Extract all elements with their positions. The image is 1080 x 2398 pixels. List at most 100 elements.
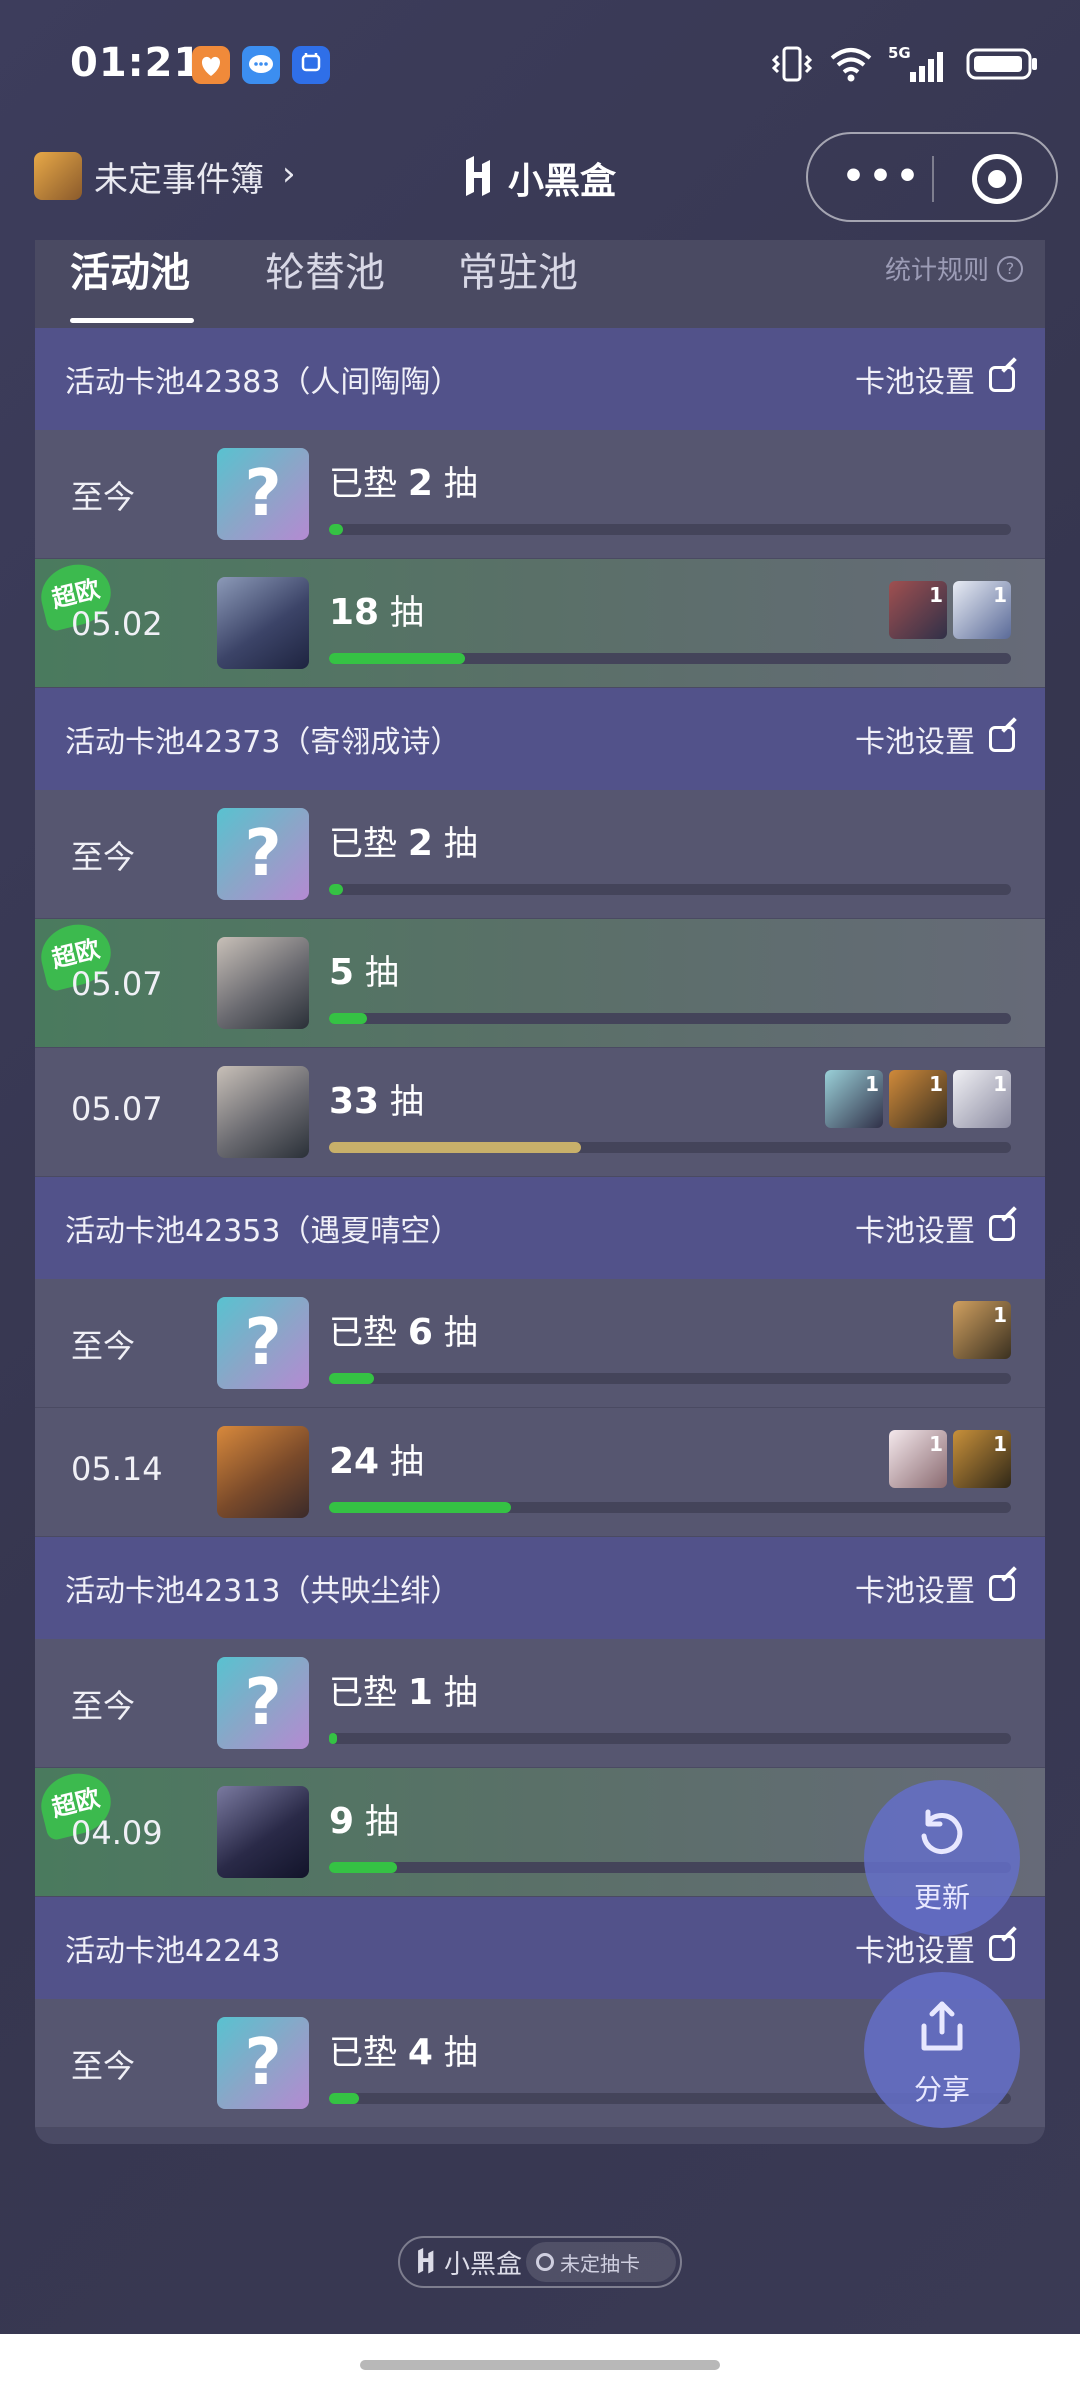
- progress-fill: [329, 1142, 582, 1153]
- footer-tag-label: 未定抽卡: [560, 2251, 640, 2276]
- pull-record-row[interactable]: 至今 ? 已垫 6 抽 1: [35, 1279, 1045, 1408]
- pool-header: 活动卡池42353（遇夏晴空） 卡池设置: [35, 1177, 1045, 1279]
- mini-card-avatar: 1: [889, 581, 947, 639]
- pull-record-row[interactable]: 超欧 05.02 18 抽 1 1: [35, 557, 1045, 688]
- refresh-icon: [921, 1809, 963, 1854]
- game-avatar-icon[interactable]: [34, 152, 82, 200]
- mini-card-avatar: 1: [889, 1070, 947, 1128]
- record-date: 05.02: [71, 605, 163, 643]
- record-date: 至今: [71, 1327, 136, 1365]
- progress-fill: [329, 1733, 338, 1744]
- pool-settings-button[interactable]: 卡池设置: [855, 357, 1015, 401]
- share-button[interactable]: 分享: [864, 1972, 1020, 2128]
- character-avatar: [217, 1066, 309, 1158]
- progress-track: [329, 1013, 1011, 1024]
- progress-track: [329, 884, 1011, 895]
- pull-count: 33 抽: [329, 1081, 424, 1122]
- progress-track: [329, 1142, 1011, 1153]
- close-mini-program-icon[interactable]: [972, 154, 1022, 204]
- stats-rules-link[interactable]: 统计规则 ?: [885, 250, 1023, 287]
- progress-track: [329, 524, 1011, 535]
- progress-track: [329, 1373, 1011, 1384]
- pull-record-row[interactable]: 超欧 05.07 5 抽: [35, 917, 1045, 1048]
- pool-header: 活动卡池42383（人间陶陶） 卡池设置: [35, 328, 1045, 430]
- record-date: 至今: [71, 838, 136, 876]
- status-bar: 01:21 5G: [0, 0, 1080, 130]
- battery-icon: [966, 48, 1037, 80]
- extra-cards: 1 1: [889, 581, 1011, 639]
- vibrate-icon: [771, 46, 813, 82]
- record-date: 至今: [71, 478, 136, 516]
- svg-text:5G: 5G: [888, 44, 911, 62]
- edit-icon: [989, 726, 1015, 752]
- tab-rotation-pool[interactable]: 轮替池: [265, 240, 385, 298]
- question-mark-icon: ?: [244, 817, 282, 891]
- pool-tabs: 活动池 轮替池 常驻池 统计规则 ?: [35, 240, 1045, 328]
- edit-icon: [989, 1215, 1015, 1241]
- unknown-character-avatar: ?: [217, 2017, 309, 2109]
- question-mark-icon: ?: [244, 1306, 282, 1380]
- home-indicator[interactable]: [360, 2360, 720, 2370]
- progress-fill: [329, 1373, 374, 1384]
- extra-cards: 1 1: [889, 1430, 1011, 1488]
- character-avatar: [217, 577, 309, 669]
- pool-settings-button[interactable]: 卡池设置: [855, 1566, 1015, 1610]
- pool-settings-button[interactable]: 卡池设置: [855, 1206, 1015, 1250]
- refresh-button[interactable]: 更新: [864, 1780, 1020, 1936]
- wifi-icon: [830, 48, 872, 82]
- chevron-right-icon[interactable]: ›: [282, 154, 296, 194]
- character-avatar: [217, 1426, 309, 1518]
- pool-settings-button[interactable]: 卡池设置: [855, 717, 1015, 761]
- pull-record-row[interactable]: 05.07 33 抽 1 1 1: [35, 1048, 1045, 1177]
- pull-record-row[interactable]: 至今 ? 已垫 2 抽: [35, 430, 1045, 559]
- tab-standard-pool[interactable]: 常驻池: [458, 240, 578, 298]
- pull-record-row[interactable]: 05.14 24 抽 1 1: [35, 1408, 1045, 1537]
- pull-count: 已垫 2 抽: [329, 823, 478, 864]
- progress-fill: [329, 1862, 398, 1873]
- pool-header: 活动卡池42313（共映尘绯） 卡池设置: [35, 1537, 1045, 1639]
- progress-track: [329, 1733, 1011, 1744]
- pull-count: 已垫 6 抽: [329, 1312, 478, 1353]
- tab-event-pool[interactable]: 活动池: [70, 240, 190, 298]
- pool-title: 活动卡池42373（寄翎成诗）: [65, 725, 461, 760]
- pull-count: 18 抽: [329, 592, 424, 633]
- brand-name: 小黑盒: [508, 161, 617, 202]
- mini-card-avatar: 1: [889, 1430, 947, 1488]
- search-icon: [536, 2253, 554, 2271]
- question-mark-icon: ?: [244, 1666, 282, 1740]
- pool-title: 活动卡池42353（遇夏晴空）: [65, 1214, 461, 1249]
- footer-tag: 未定抽卡: [526, 2242, 676, 2282]
- pull-count: 9 抽: [329, 1801, 399, 1842]
- pool-settings-label: 卡池设置: [855, 1574, 975, 1609]
- unknown-character-avatar: ?: [217, 1657, 309, 1749]
- character-avatar: [217, 937, 309, 1029]
- game-name-link[interactable]: 未定事件簿: [94, 152, 264, 201]
- question-mark-icon: ?: [244, 457, 282, 531]
- status-time: 01:21: [70, 40, 203, 86]
- xiaoheihe-logo-icon: [418, 2248, 434, 2274]
- unknown-character-avatar: ?: [217, 808, 309, 900]
- extra-cards: 1 1 1: [825, 1070, 1011, 1128]
- progress-fill: [329, 524, 343, 535]
- pull-count: 5 抽: [329, 952, 399, 993]
- pull-record-row[interactable]: 至今 ? 已垫 2 抽: [35, 790, 1045, 919]
- record-date: 05.07: [71, 1090, 163, 1128]
- edit-icon: [989, 1575, 1015, 1601]
- notification-message-icon: [242, 46, 280, 84]
- extra-cards: 1: [953, 1301, 1011, 1359]
- footer-brand-badge: 小黑盒 未定抽卡: [398, 2236, 682, 2288]
- cellular-signal-icon: 5G: [888, 44, 943, 82]
- notification-heart-icon: [192, 46, 230, 84]
- pool-header: 活动卡池42373（寄翎成诗） 卡池设置: [35, 688, 1045, 790]
- pull-record-row[interactable]: 至今 ? 已垫 1 抽: [35, 1639, 1045, 1768]
- mini-card-avatar: 1: [953, 581, 1011, 639]
- progress-fill: [329, 1013, 367, 1024]
- pool-settings-label: 卡池设置: [855, 725, 975, 760]
- progress-fill: [329, 884, 343, 895]
- unknown-character-avatar: ?: [217, 448, 309, 540]
- share-label: 分享: [913, 2073, 970, 2106]
- record-date: 04.09: [71, 1814, 163, 1852]
- progress-fill: [329, 653, 466, 664]
- mini-card-avatar: 1: [953, 1430, 1011, 1488]
- more-options-icon[interactable]: •••: [842, 159, 923, 195]
